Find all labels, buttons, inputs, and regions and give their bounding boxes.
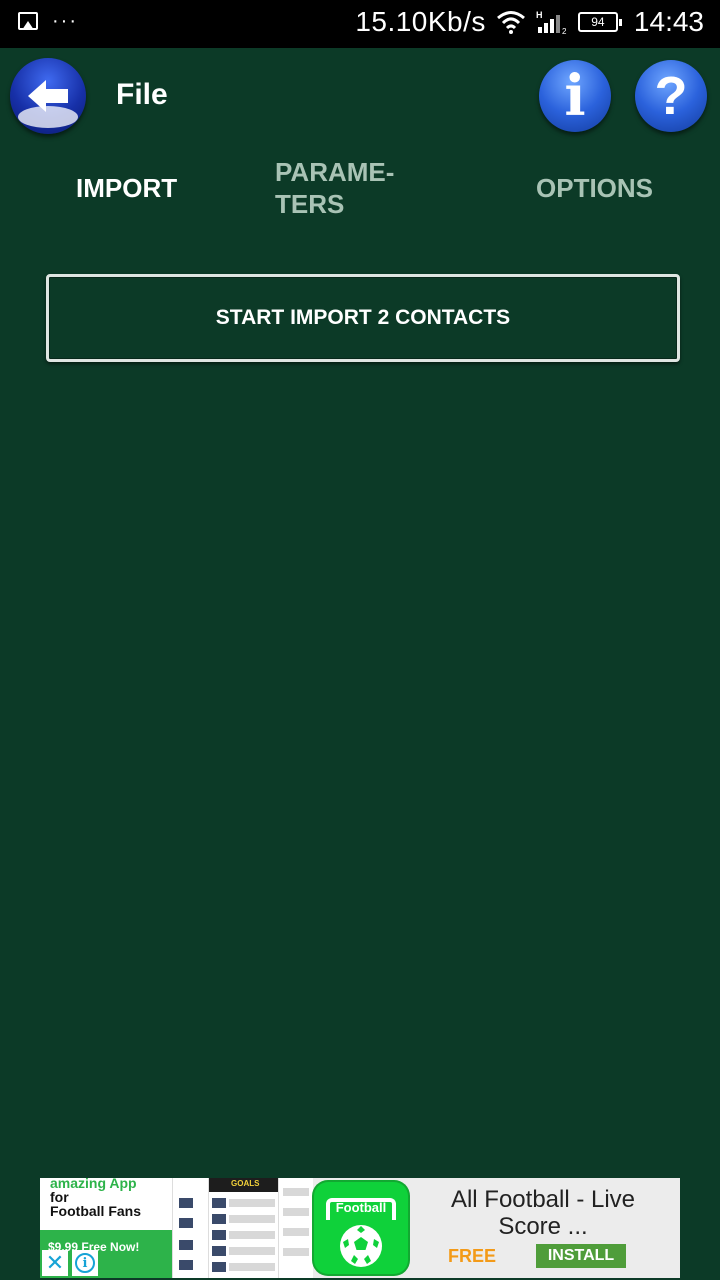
help-button[interactable]: ? [635,60,707,132]
ad-screenshot-row [229,1263,275,1271]
status-bar: ··· 15.10Kb/s H 2 94 14:43 [0,0,720,48]
network-speed: 15.10Kb/s [355,6,486,37]
network-type-label: H [536,10,543,20]
ad-screenshot-row [229,1215,275,1223]
ad-app-icon[interactable]: Football [314,1182,408,1274]
sim-slot-label: 2 [562,27,567,35]
ad-free-label: FREE [448,1246,497,1266]
soccer-ball-icon [340,1225,382,1267]
ad-app-icon-label: Football [335,1200,387,1215]
more-notifications-icon: ··· [52,10,78,32]
ad-screenshot-thumb [212,1246,226,1256]
ad-screenshot-thumb [179,1240,193,1250]
info-button[interactable]: i [539,60,611,132]
start-import-button[interactable]: START IMPORT 2 CONTACTS [46,274,680,362]
ad-tagline-line3: Football Fans [50,1203,141,1219]
battery-icon: 94 [577,12,622,32]
ad-screenshot-thumb [212,1262,226,1272]
ad-info-icon: i [75,1253,95,1273]
help-icon: ? [654,66,688,126]
signal-icon: H 2 [536,10,567,35]
ad-promo-panel: amazing App for Football Fans $9.99 Free N… [40,1178,172,1278]
back-arrow-icon [28,80,68,112]
ad-tagline: amazing App for Football Fans [50,1178,170,1218]
ad-screenshot-thumb [179,1198,193,1208]
battery-level: 94 [591,15,605,29]
tab-import[interactable]: IMPORT [76,172,177,204]
ad-screenshot-thumb [179,1260,193,1270]
ad-screenshot: GOALS [208,1178,279,1278]
ad-screenshot [172,1178,209,1278]
wifi-icon [496,11,525,34]
ad-screenshot-row [283,1208,309,1216]
ad-screens-headline: GOALS [231,1179,260,1188]
gallery-icon [18,12,38,30]
ad-install-button[interactable]: INSTALL [536,1244,626,1268]
info-icon: i [564,63,586,129]
ad-screenshot-row [283,1228,309,1236]
status-bar-left: ··· [18,10,78,32]
ad-banner[interactable]: amazing App for Football Fans $9.99 Free N… [40,1178,680,1278]
ad-screenshot-thumb [179,1218,193,1228]
ad-screenshot-row [229,1231,275,1239]
tab-options[interactable]: OPTIONS [536,172,653,204]
status-bar-right: 15.10Kb/s H 2 94 14:43 [355,6,704,38]
ad-screenshots: GOALS [172,1178,313,1278]
ad-screenshot-row [229,1247,275,1255]
tab-parameters[interactable]: PARAME- TERS [275,156,394,220]
clock: 14:43 [633,6,704,37]
ad-info-button[interactable]: i [72,1250,98,1276]
back-button[interactable] [10,58,86,134]
ad-screenshot-row [283,1188,309,1196]
ad-app-title[interactable]: All Football - Live Score ... [428,1186,658,1240]
page-title: File [116,78,168,111]
ad-screenshot [278,1178,313,1278]
ad-screenshot-thumb [212,1198,226,1208]
ad-screenshot-row [283,1248,309,1256]
ad-screenshot-thumb [212,1214,226,1224]
ad-screenshot-thumb [212,1230,226,1240]
ad-screenshot-header: GOALS [209,1178,279,1192]
ad-screenshot-row [229,1199,275,1207]
ad-close-icon[interactable]: ✕ [42,1250,68,1276]
